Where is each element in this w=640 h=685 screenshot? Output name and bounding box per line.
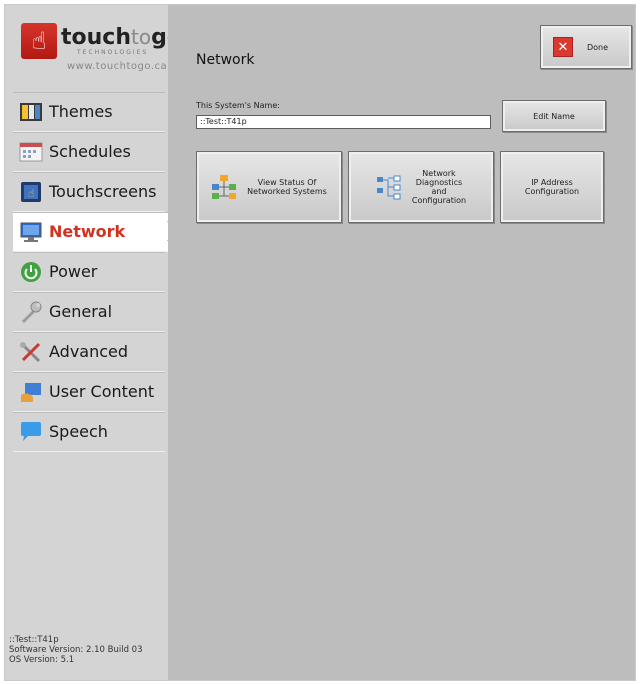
svg-text:☝: ☝ bbox=[28, 187, 35, 200]
tools-icon bbox=[19, 341, 43, 363]
done-label: Done bbox=[587, 42, 609, 52]
logo-subtitle: TECHNOLOGIES bbox=[77, 49, 149, 56]
sidebar-item-touchscreens[interactable]: ☝ Touchscreens bbox=[13, 172, 165, 212]
sidebar-item-label: General bbox=[49, 302, 113, 321]
logo-word-touch: touch bbox=[61, 25, 131, 50]
view-status-label: View Status Of Networked Systems bbox=[247, 178, 327, 196]
sidebar-item-user-content[interactable]: User Content bbox=[13, 372, 165, 412]
wrench-icon bbox=[19, 301, 43, 323]
sidebar-item-schedules[interactable]: Schedules bbox=[13, 132, 165, 172]
network-diagnostics-label: Network Diagnostics and Configuration bbox=[411, 169, 467, 205]
sidebar-menu: Themes Schedules ☝ Touchscreens Network bbox=[13, 92, 181, 452]
logo-url: www.touchtogo.ca bbox=[67, 61, 168, 72]
done-button[interactable]: ✕ Done bbox=[540, 25, 632, 69]
sidebar-item-label: Touchscreens bbox=[49, 182, 157, 201]
system-name-field: ::Test::T41p bbox=[196, 115, 491, 129]
close-icon: ✕ bbox=[553, 37, 573, 57]
footer-system-name: ::Test::T41p bbox=[9, 635, 59, 645]
logo: ☝ touchtogo TECHNOLOGIES www.touchtogo.c… bbox=[15, 23, 182, 79]
footer-software-version: Software Version: 2.10 Build 03 bbox=[9, 645, 143, 655]
sidebar-item-speech[interactable]: Speech bbox=[13, 412, 165, 452]
footer-os-version: OS Version: 5.1 bbox=[9, 655, 75, 665]
sidebar-item-label: Advanced bbox=[49, 342, 129, 361]
ip-address-label: IP Address Configuration bbox=[524, 178, 580, 196]
sidebar-item-label: Network bbox=[49, 222, 126, 241]
network-status-icon bbox=[212, 175, 237, 199]
calendar-icon bbox=[19, 141, 43, 163]
sidebar-item-advanced[interactable]: Advanced bbox=[13, 332, 165, 372]
sidebar-item-label: Schedules bbox=[49, 142, 131, 161]
sidebar-item-label: Speech bbox=[49, 422, 108, 441]
logo-wordmark: touchtogo bbox=[61, 25, 182, 50]
sidebar-item-general[interactable]: General bbox=[13, 292, 165, 332]
page-title: Network bbox=[196, 52, 255, 68]
sidebar: ☝ touchtogo TECHNOLOGIES www.touchtogo.c… bbox=[5, 5, 182, 680]
sidebar-item-label: Power bbox=[49, 262, 98, 281]
sidebar-item-network[interactable]: Network bbox=[13, 212, 181, 252]
ip-address-button[interactable]: IP Address Configuration bbox=[500, 151, 604, 223]
sidebar-item-label: User Content bbox=[49, 382, 155, 401]
touchscreen-icon: ☝ bbox=[19, 181, 43, 203]
themes-icon bbox=[19, 101, 43, 123]
system-name-label: This System's Name: bbox=[196, 101, 280, 110]
sidebar-item-themes[interactable]: Themes bbox=[13, 92, 165, 132]
monitor-icon bbox=[19, 221, 43, 243]
diagnostics-icon bbox=[376, 175, 401, 200]
edit-name-label: Edit Name bbox=[533, 111, 575, 121]
speech-bubble-icon bbox=[19, 421, 43, 443]
app-window: ☝ touchtogo TECHNOLOGIES www.touchtogo.c… bbox=[4, 4, 636, 681]
sidebar-item-label: Themes bbox=[49, 102, 113, 121]
logo-word-to: to bbox=[131, 25, 152, 49]
main-panel: Network ✕ Done This System's Name: ::Tes… bbox=[168, 5, 635, 680]
sidebar-item-power[interactable]: Power bbox=[13, 252, 165, 292]
logo-hand-icon: ☝ bbox=[21, 23, 57, 59]
version-info: ::Test::T41p Software Version: 2.10 Buil… bbox=[9, 635, 142, 665]
network-diagnostics-button[interactable]: Network Diagnostics and Configuration bbox=[348, 151, 494, 223]
power-icon bbox=[19, 261, 43, 283]
user-content-icon bbox=[19, 381, 43, 403]
view-status-button[interactable]: View Status Of Networked Systems bbox=[196, 151, 342, 223]
edit-name-button[interactable]: Edit Name bbox=[502, 100, 606, 132]
